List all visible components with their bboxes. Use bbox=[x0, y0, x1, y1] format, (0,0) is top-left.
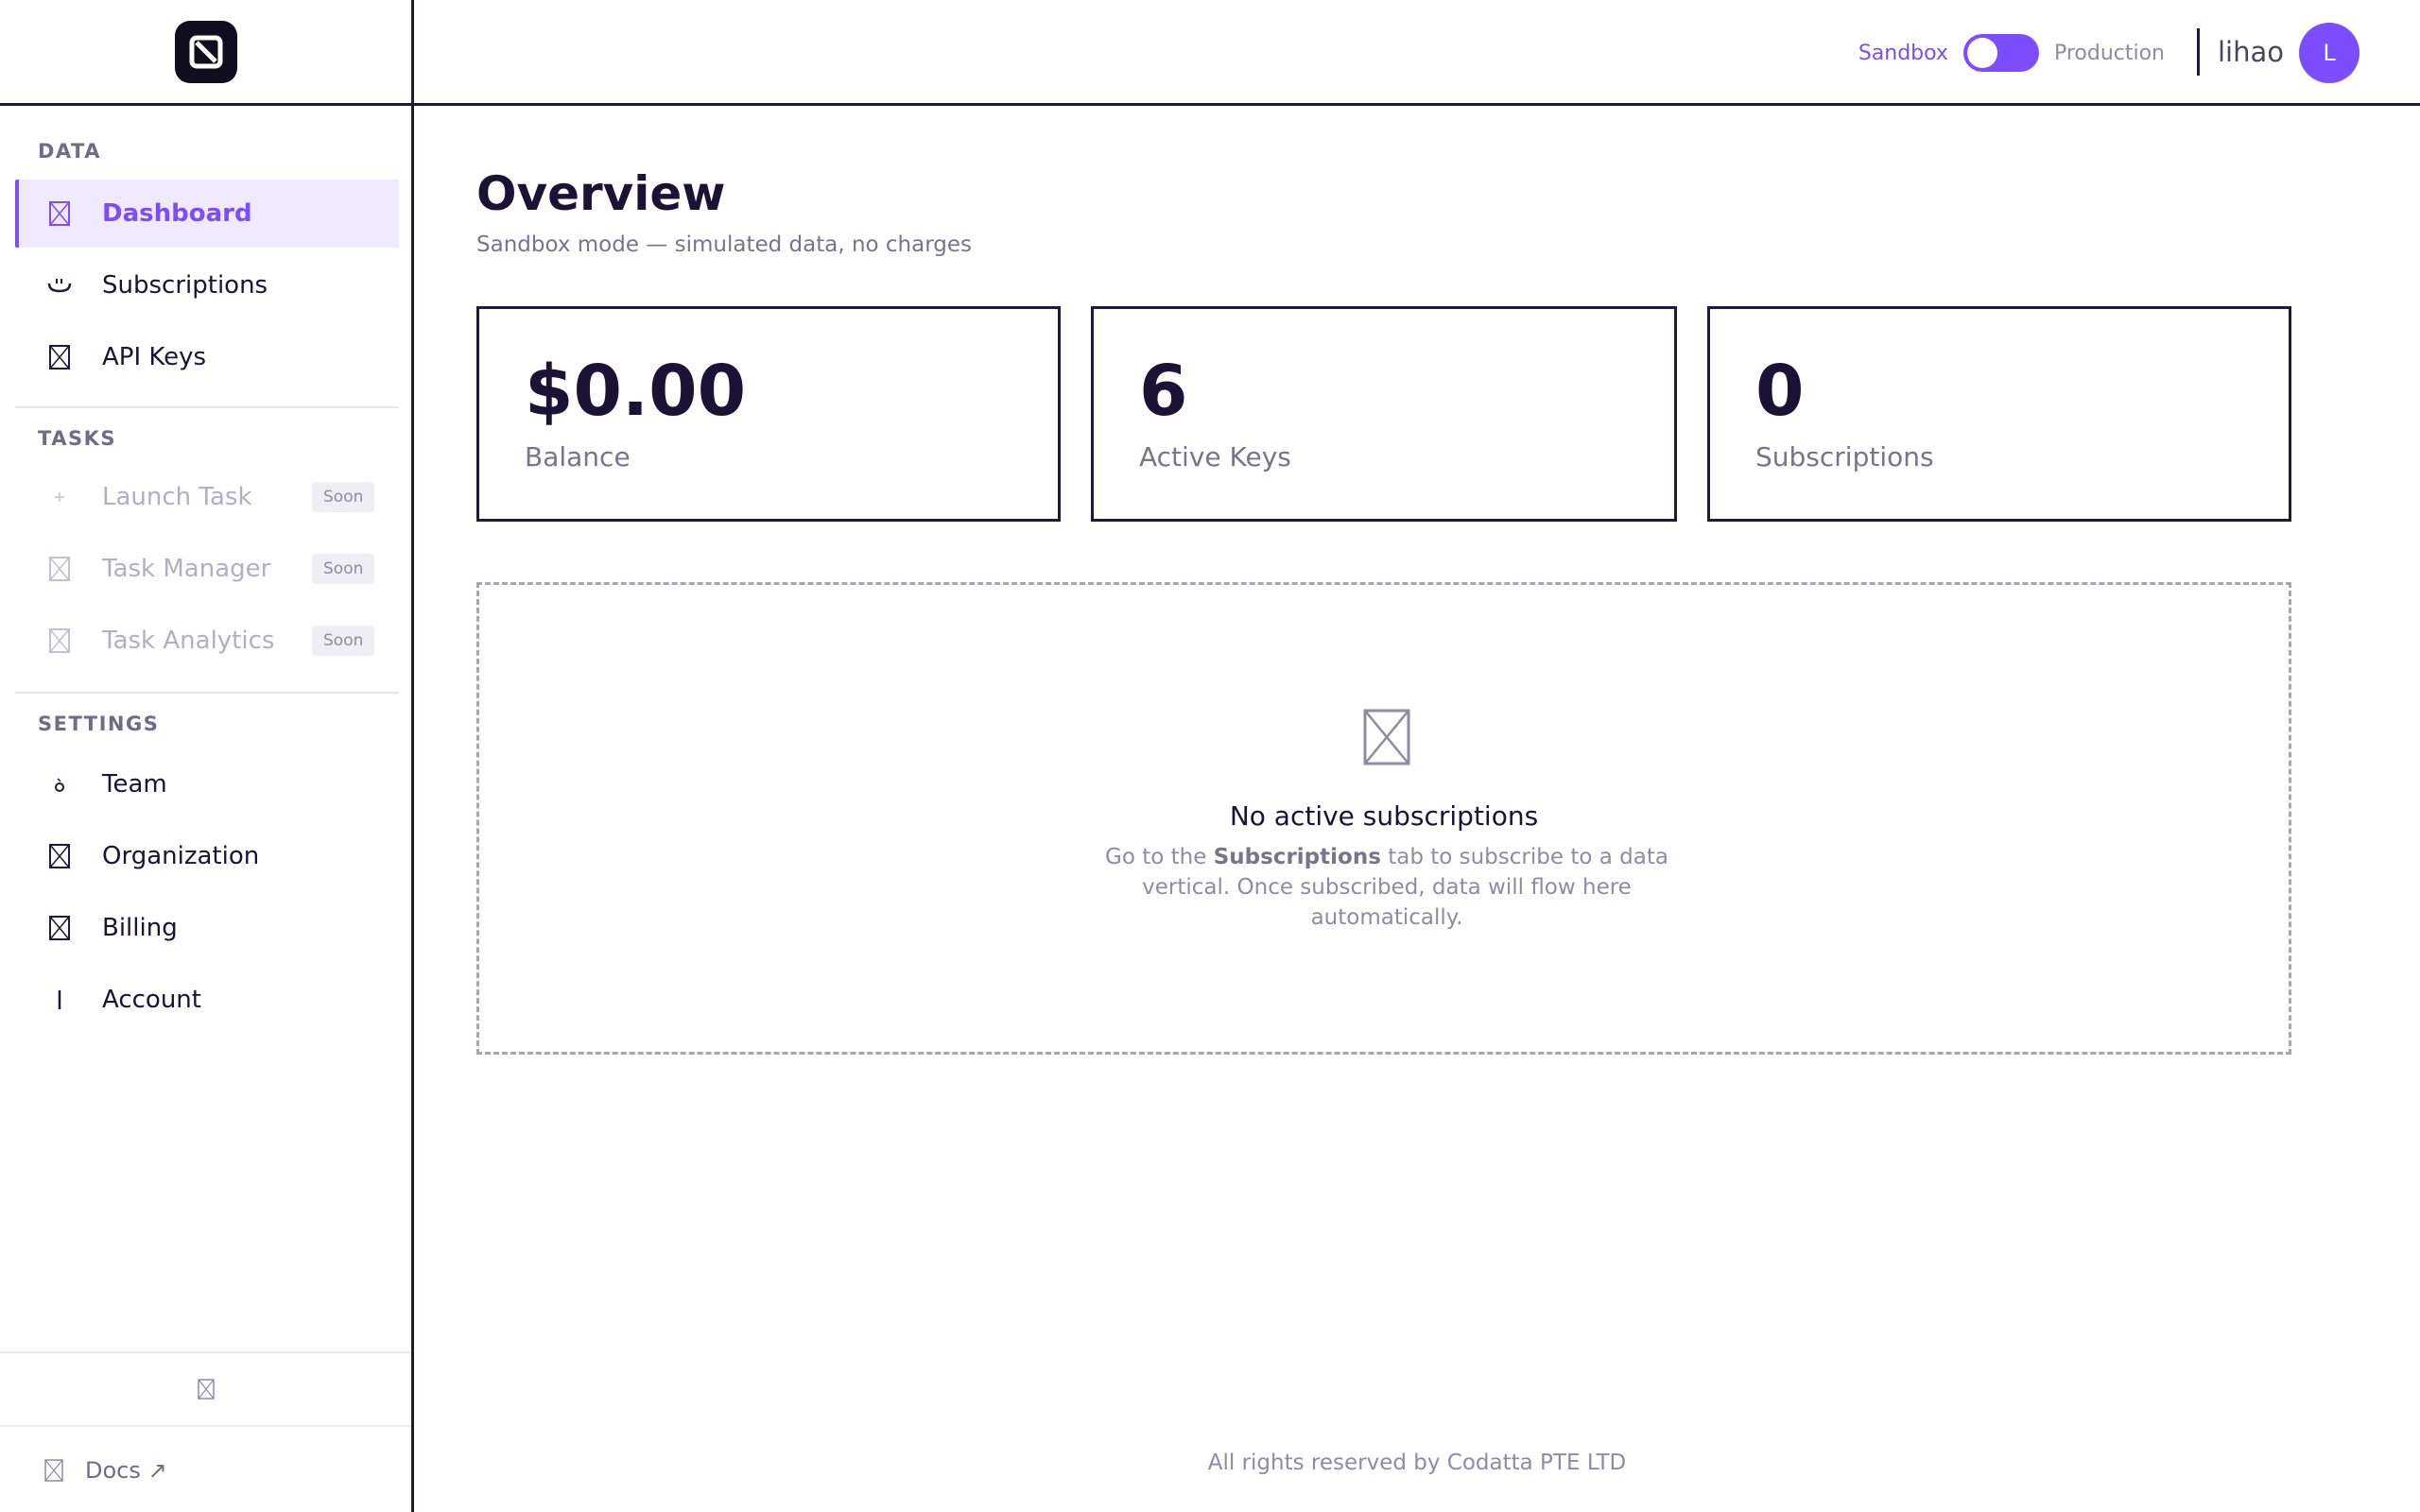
sidebar-item-account[interactable]: Account bbox=[15, 966, 399, 1034]
section-title-data: DATA bbox=[38, 140, 102, 163]
sidebar-item-task-analytics[interactable]: Task Analytics Soon bbox=[15, 607, 399, 675]
environment-toggle[interactable] bbox=[1962, 34, 2039, 72]
soon-badge: Soon bbox=[312, 482, 375, 512]
sidebar-item-label: Billing bbox=[102, 914, 178, 942]
account-icon bbox=[45, 986, 74, 1014]
sidebar-item-billing[interactable]: Billing bbox=[15, 894, 399, 962]
sidebar-item-team[interactable]: Team bbox=[15, 750, 399, 818]
env-production-label[interactable]: Production bbox=[2054, 42, 2165, 65]
subscriptions-tab-reference: Subscriptions bbox=[1213, 845, 1381, 869]
sidebar-item-task-manager[interactable]: Task Manager Soon bbox=[15, 535, 399, 603]
stat-card-balance: $0.00 Balance bbox=[476, 306, 1061, 522]
app-logo[interactable] bbox=[174, 20, 237, 83]
stat-label: Subscriptions bbox=[1755, 441, 1934, 472]
sidebar-item-dashboard[interactable]: Dashboard bbox=[15, 180, 399, 248]
broken-image-icon bbox=[45, 555, 74, 583]
logo-mark-icon bbox=[189, 35, 222, 68]
sidebar-item-label: API Keys bbox=[102, 343, 207, 371]
empty-desc-before: Go to the bbox=[1105, 845, 1214, 869]
stat-value: 6 bbox=[1139, 351, 1188, 432]
sidebar: DATA Dashboard Subscriptions API Keys TA… bbox=[0, 0, 414, 1512]
sidebar-item-label: Organization bbox=[102, 842, 260, 870]
team-icon bbox=[45, 770, 74, 799]
sidebar-item-api-keys[interactable]: API Keys bbox=[15, 323, 399, 391]
page-title: Overview bbox=[476, 166, 726, 221]
username[interactable]: lihao bbox=[2218, 36, 2284, 68]
broken-image-icon bbox=[45, 627, 74, 655]
broken-image-icon bbox=[45, 842, 74, 870]
broken-image-icon bbox=[44, 1459, 63, 1482]
broken-image-icon bbox=[1363, 709, 1410, 765]
page-subtitle: Sandbox mode — simulated data, no charge… bbox=[476, 232, 973, 257]
soon-badge: Soon bbox=[312, 554, 375, 584]
sidebar-collapse-button[interactable] bbox=[0, 1351, 411, 1427]
empty-state-description: Go to the Subscriptions tab to subscribe… bbox=[1103, 842, 1670, 933]
sidebar-divider bbox=[15, 692, 399, 694]
stat-card-subscriptions: 0 Subscriptions bbox=[1707, 306, 2291, 522]
footer-copyright: All rights reserved by Codatta PTE LTD bbox=[1207, 1451, 1627, 1475]
docs-link[interactable]: Docs ↗ bbox=[0, 1429, 411, 1512]
avatar[interactable]: L bbox=[2299, 23, 2360, 83]
stat-value: 0 bbox=[1755, 351, 1805, 432]
toggle-knob bbox=[1966, 38, 1997, 68]
sidebar-item-label: Dashboard bbox=[102, 199, 252, 228]
empty-subscriptions-panel: No active subscriptions Go to the Subscr… bbox=[476, 582, 2291, 1055]
sidebar-item-label: Team bbox=[102, 770, 167, 799]
sidebar-item-label: Task Analytics bbox=[102, 627, 275, 655]
sidebar-item-launch-task[interactable]: Launch Task Soon bbox=[15, 463, 399, 531]
sidebar-item-label: Subscriptions bbox=[102, 271, 268, 300]
sidebar-item-organization[interactable]: Organization bbox=[15, 822, 399, 890]
environment-switch: Sandbox Production bbox=[1858, 34, 2165, 72]
sidebar-item-subscriptions[interactable]: Subscriptions bbox=[15, 251, 399, 319]
sidebar-divider bbox=[15, 406, 399, 408]
sidebar-item-label: Task Manager bbox=[102, 555, 271, 583]
sparkle-icon bbox=[45, 483, 74, 511]
header-divider bbox=[2197, 28, 2200, 76]
soon-badge: Soon bbox=[312, 626, 375, 656]
top-header: Sandbox Production lihao L bbox=[414, 0, 2420, 106]
section-title-tasks: TASKS bbox=[38, 427, 116, 450]
docs-label: Docs ↗ bbox=[85, 1457, 167, 1484]
env-sandbox-label[interactable]: Sandbox bbox=[1858, 42, 1948, 65]
broken-image-icon bbox=[45, 914, 74, 942]
stat-value: $0.00 bbox=[525, 351, 747, 432]
sidebar-item-label: Launch Task bbox=[102, 483, 252, 511]
broken-image-icon bbox=[45, 199, 74, 228]
subscriptions-icon bbox=[45, 271, 74, 300]
logo-area bbox=[0, 0, 411, 106]
stat-card-active-keys: 6 Active Keys bbox=[1091, 306, 1677, 522]
empty-state-title: No active subscriptions bbox=[1229, 800, 1539, 832]
sidebar-item-label: Account bbox=[102, 986, 201, 1014]
stat-label: Balance bbox=[525, 441, 631, 472]
broken-image-icon bbox=[197, 1379, 215, 1400]
stat-label: Active Keys bbox=[1139, 441, 1291, 472]
section-title-settings: SETTINGS bbox=[38, 713, 160, 735]
broken-image-icon bbox=[45, 343, 74, 371]
